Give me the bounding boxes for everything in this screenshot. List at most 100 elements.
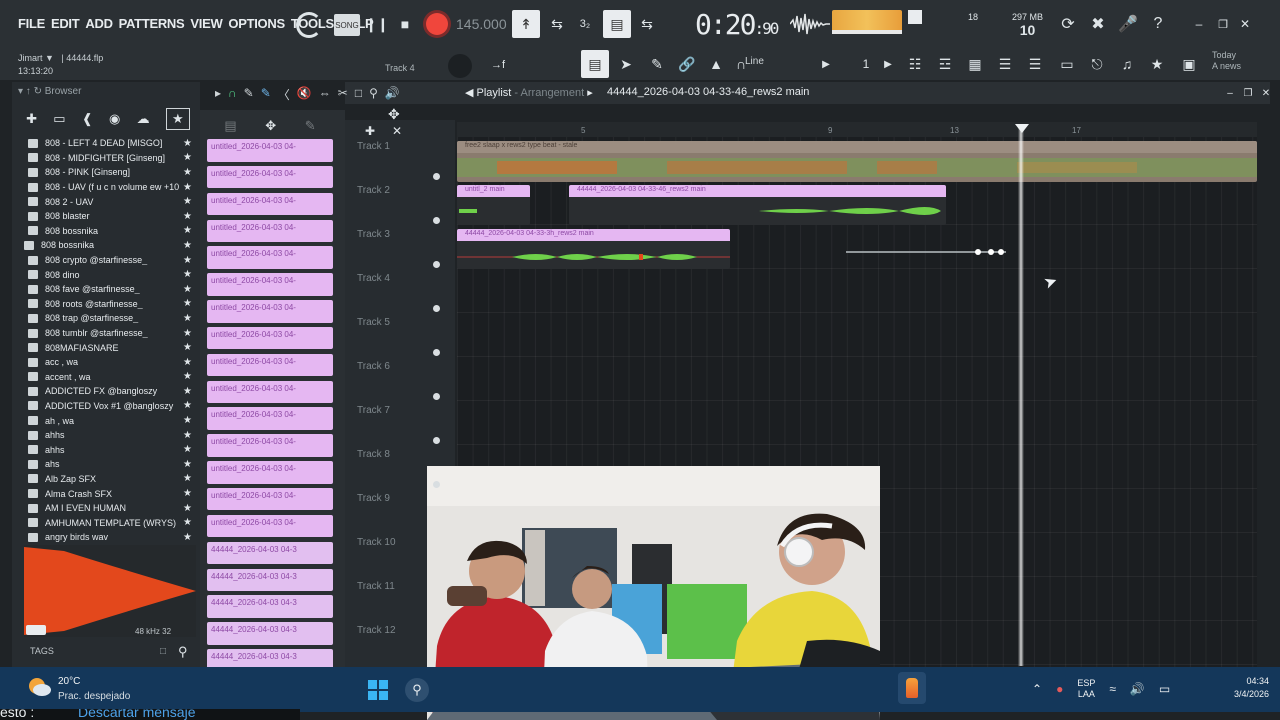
pattern-item[interactable]: untitled_2026-04-03 04- <box>207 273 333 296</box>
tray-mic-icon[interactable]: ● <box>1056 682 1063 696</box>
cloud-icon[interactable]: ☁ <box>137 111 150 127</box>
track-mute-button[interactable] <box>433 173 440 180</box>
favorite-star-icon[interactable]: ★ <box>183 284 192 295</box>
browser-file-item[interactable]: ahhs ★ <box>28 442 198 457</box>
song-mode-button[interactable]: SONG <box>334 14 360 36</box>
browser-file-item[interactable]: 808 trap @starfinesse_ ★ <box>28 311 198 326</box>
track-mute-button[interactable] <box>433 481 440 488</box>
timeline-ruler[interactable] <box>457 122 1257 137</box>
browser-file-item[interactable]: AMHUMAN TEMPLATE (WRYS) ★ <box>28 515 198 530</box>
tray-chevron-icon[interactable]: ⌃ <box>1032 682 1042 696</box>
favorite-star-icon[interactable]: ★ <box>183 459 192 470</box>
brush-icon[interactable]: ✎ <box>261 86 271 103</box>
browser-file-item[interactable]: ahs ★ <box>28 457 198 472</box>
favorite-star-icon[interactable]: ★ <box>183 298 192 309</box>
pattern-number[interactable]: 1 <box>858 54 874 74</box>
headphones-icon[interactable]: ∩ <box>228 86 237 103</box>
favorite-star-icon[interactable]: ★ <box>183 503 192 514</box>
playlist-icon[interactable]: ☷ <box>904 52 926 76</box>
channel-rack-icon[interactable]: ▦ <box>964 52 986 76</box>
zoom-icon[interactable]: ⚲ <box>369 86 378 103</box>
pattern-song-toggle[interactable] <box>296 12 322 38</box>
pencil-icon[interactable]: ✎ <box>647 54 667 74</box>
favorite-star-icon[interactable]: ★ <box>183 240 192 251</box>
browser-file-item[interactable]: Alma Crash SFX ★ <box>28 486 198 501</box>
browser-file-item[interactable]: ah , wa ★ <box>28 413 198 428</box>
favorite-star-icon[interactable]: ★ <box>183 488 192 499</box>
playhead-marker-icon[interactable] <box>1015 124 1029 133</box>
playlist-close-icon[interactable]: ✕ <box>1260 86 1272 100</box>
select-icon[interactable]: □ <box>355 86 362 103</box>
favorite-star-icon[interactable]: ★ <box>183 430 192 441</box>
track-name[interactable]: Track 1 <box>357 141 390 152</box>
help-icon[interactable]: ? <box>1148 14 1168 34</box>
plugin-icon[interactable]: ⎋ <box>1086 52 1108 76</box>
piano-roll-icon[interactable]: ☲ <box>934 52 956 76</box>
browser-file-item[interactable]: 808 - MIDFIGHTER [Ginseng] ★ <box>28 151 198 166</box>
track-name[interactable]: Track 3 <box>357 229 390 240</box>
favorite-star-icon[interactable]: ★ <box>183 342 192 353</box>
favorite-star-icon[interactable]: ★ <box>183 328 192 339</box>
track-mute-button[interactable] <box>433 437 440 444</box>
browser-file-item[interactable]: 808 2 - UAV ★ <box>28 194 198 209</box>
track-name[interactable]: Track 5 <box>357 317 390 328</box>
favorite-star-icon[interactable]: ★ <box>183 415 192 426</box>
favorite-star-icon[interactable]: ★ <box>183 473 192 484</box>
song-time-display[interactable]: 0:20:90 <box>695 8 779 41</box>
tempo-display[interactable]: 145.000 <box>456 16 507 32</box>
tag-icon[interactable]: □ <box>160 646 166 657</box>
pattern-item[interactable]: untitled_2026-04-03 04- <box>207 246 333 269</box>
pattern-item[interactable]: untitled_2026-04-03 04- <box>207 487 333 511</box>
pattern-item[interactable]: untitled_2026-04-03 04- <box>207 407 333 430</box>
language-indicator[interactable]: ESP LAA <box>1077 678 1095 700</box>
taskbar-clock[interactable]: 04:34 3/4/2026 <box>1234 675 1269 701</box>
track-mute-button[interactable] <box>433 393 440 400</box>
undo-history-icon[interactable]: ⟳ <box>1058 14 1078 34</box>
close-icon[interactable]: ✕ <box>1238 14 1252 34</box>
browser-file-item[interactable]: 808 dino ★ <box>28 267 198 282</box>
slice-icon[interactable]: ✂ <box>338 86 348 103</box>
tools-icon[interactable]: ✖ <box>1088 14 1108 34</box>
favorites-star-icon[interactable]: ★ <box>165 108 190 130</box>
audio-clip-track2b[interactable]: 44444_2026-04-03 04-33-46_rews2 main <box>569 185 946 225</box>
favorite-star-icon[interactable]: ★ <box>183 152 192 163</box>
browser-file-item[interactable]: 808 - UAV (f u c n volume ew +10] ★ <box>28 180 198 195</box>
wifi-icon[interactable]: ≈ <box>1109 682 1116 696</box>
favorite-star-icon[interactable]: ★ <box>183 255 192 266</box>
arrow-right-icon[interactable]: ▸ <box>215 86 221 103</box>
track-mute-button[interactable] <box>433 261 440 268</box>
menu-file[interactable]: FILE <box>18 16 45 31</box>
favorite-star-icon[interactable]: ★ <box>183 517 192 528</box>
browser-file-item[interactable]: 808 bossnika ★ <box>28 224 198 239</box>
track-name[interactable]: Track 12 <box>357 625 396 636</box>
pattern-item[interactable]: 44444_2026-04-03 04-3 <box>207 541 333 565</box>
playlist-maximize-icon[interactable]: ❐ <box>1242 86 1254 100</box>
track-name[interactable]: Track 11 <box>357 581 395 592</box>
chat-dismiss-link[interactable]: Descartar mensaje <box>78 709 196 720</box>
track-name[interactable]: Track 4 <box>357 273 390 284</box>
audio-clip-track1[interactable]: free2 slaap x rews2 type beat - stale <box>457 141 1257 182</box>
browser-file-item[interactable]: Alb Zap SFX ★ <box>28 472 198 487</box>
pattern-item[interactable]: untitled_2026-04-03 04- <box>207 514 333 538</box>
playlist-minimize-icon[interactable]: – <box>1224 86 1236 100</box>
snap-selector[interactable]: Line <box>745 56 764 67</box>
menu-options[interactable]: OPTIONS <box>228 16 285 31</box>
move-icon[interactable]: ✥ <box>265 118 276 134</box>
tags-label[interactable]: TAGS <box>30 646 54 656</box>
favorite-star-icon[interactable]: ★ <box>183 182 192 193</box>
add-track-icon[interactable]: ✚ <box>365 124 375 138</box>
favorite-star-icon[interactable]: ★ <box>183 386 192 397</box>
step-edit-icon[interactable]: 3₂ <box>574 14 596 34</box>
browser-file-item[interactable]: 808 - PINK [Ginseng] ★ <box>28 165 198 180</box>
remove-track-icon[interactable]: ✕ <box>392 124 402 138</box>
favorite-star-icon[interactable]: ★ <box>183 269 192 280</box>
master-pitch-slider[interactable] <box>832 30 902 34</box>
track-mute-button[interactable] <box>433 217 440 224</box>
track-name[interactable]: Track 7 <box>357 405 390 416</box>
pattern-item[interactable]: untitled_2026-04-03 04- <box>207 353 333 377</box>
favorite-star-icon[interactable]: ★ <box>183 211 192 222</box>
browser-file-item[interactable]: 808 - LEFT 4 DEAD [MISGO] ★ <box>28 136 198 151</box>
pattern-item[interactable]: untitled_2026-04-03 04- <box>207 434 333 457</box>
audio-clip-track3[interactable]: 44444_2026-04-03 04-33-3h_rews2 main <box>457 229 730 269</box>
favorite-star-icon[interactable]: ★ <box>183 225 192 236</box>
